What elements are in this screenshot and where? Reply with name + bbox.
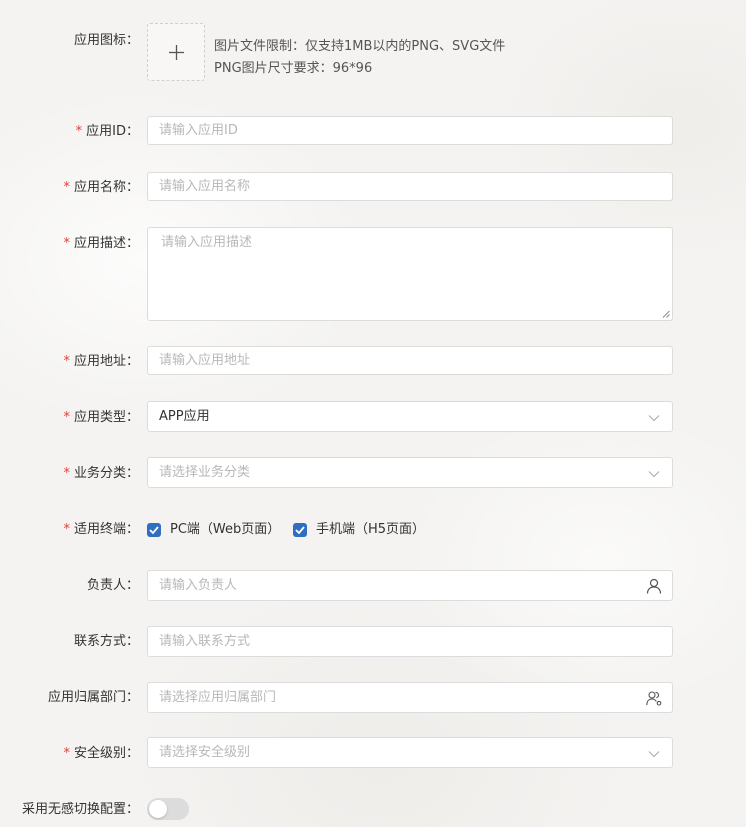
- biz-category-label: * 业务分类：: [63, 466, 139, 481]
- owner-label: 负责人：: [86, 578, 139, 593]
- contact-label: 联系方式：: [73, 634, 139, 649]
- check-icon: [295, 526, 305, 534]
- check-icon: [149, 526, 159, 534]
- required-mark: *: [63, 180, 70, 195]
- app-name-placeholder: 请输入应用名称: [159, 179, 251, 194]
- department-select[interactable]: 请选择应用归属部门: [147, 682, 673, 713]
- icon-hint-size-limit: 图片文件限制：仅支持1MB以内的PNG、SVG文件: [214, 39, 506, 54]
- contact-placeholder: 请输入联系方式: [159, 634, 251, 649]
- switch-knob: [149, 800, 167, 818]
- plus-icon: [169, 45, 184, 60]
- required-mark: *: [63, 410, 70, 425]
- contact-input[interactable]: 请输入联系方式: [147, 626, 673, 657]
- app-id-input[interactable]: 请输入应用ID: [147, 116, 673, 145]
- chevron-down-icon: [648, 471, 660, 478]
- terminal-pc-label[interactable]: PC端（Web页面）: [170, 522, 280, 538]
- app-name-input[interactable]: 请输入应用名称: [147, 172, 673, 201]
- biz-category-placeholder: 请选择业务分类: [159, 465, 251, 480]
- terminals-label: * 适用终端：: [63, 522, 139, 537]
- terminal-mobile-label[interactable]: 手机端（H5页面）: [316, 522, 425, 538]
- required-mark: *: [63, 354, 70, 369]
- app-url-input[interactable]: 请输入应用地址: [147, 346, 673, 375]
- seamless-switch-toggle[interactable]: [147, 798, 189, 820]
- chevron-down-icon: [648, 415, 660, 422]
- required-mark: *: [63, 236, 70, 251]
- terminal-mobile-checkbox[interactable]: [293, 523, 307, 537]
- chevron-down-icon: [648, 751, 660, 758]
- user-icon[interactable]: [646, 578, 662, 594]
- app-desc-placeholder: 请输入应用描述: [161, 235, 253, 250]
- app-url-label: * 应用地址：: [63, 354, 139, 369]
- department-label: 应用归属部门：: [47, 690, 139, 705]
- owner-input[interactable]: 请输入负责人: [147, 570, 673, 601]
- security-level-label: * 安全级别：: [63, 746, 139, 761]
- app-url-placeholder: 请输入应用地址: [159, 353, 251, 368]
- security-level-placeholder: 请选择安全级别: [159, 745, 251, 760]
- users-group-icon[interactable]: [646, 690, 662, 706]
- icon-upload-button[interactable]: [147, 23, 205, 81]
- department-placeholder: 请选择应用归属部门: [159, 690, 277, 705]
- required-mark: *: [63, 466, 70, 481]
- app-desc-label: * 应用描述：: [63, 236, 139, 251]
- app-id-label: * 应用ID：: [75, 124, 139, 139]
- icon-hint-dimensions: PNG图片尺寸要求：96*96: [214, 61, 373, 76]
- resize-grip-icon[interactable]: [662, 310, 670, 318]
- app-desc-textarea[interactable]: 请输入应用描述: [147, 227, 673, 321]
- required-mark: *: [63, 522, 70, 537]
- biz-category-select[interactable]: 请选择业务分类: [147, 457, 673, 488]
- security-level-select[interactable]: 请选择安全级别: [147, 737, 673, 768]
- app-type-value: APP应用: [159, 409, 210, 424]
- owner-placeholder: 请输入负责人: [159, 578, 238, 593]
- app-name-label: * 应用名称：: [63, 180, 139, 195]
- terminal-pc-checkbox[interactable]: [147, 523, 161, 537]
- icon-label: 应用图标：: [73, 33, 139, 48]
- seamless-switch-label: 采用无感切换配置：: [21, 802, 139, 817]
- required-mark: *: [63, 746, 70, 761]
- app-type-label: * 应用类型：: [63, 410, 139, 425]
- required-mark: *: [75, 124, 83, 139]
- app-id-placeholder: 请输入应用ID: [159, 123, 238, 138]
- app-type-select[interactable]: APP应用: [147, 401, 673, 432]
